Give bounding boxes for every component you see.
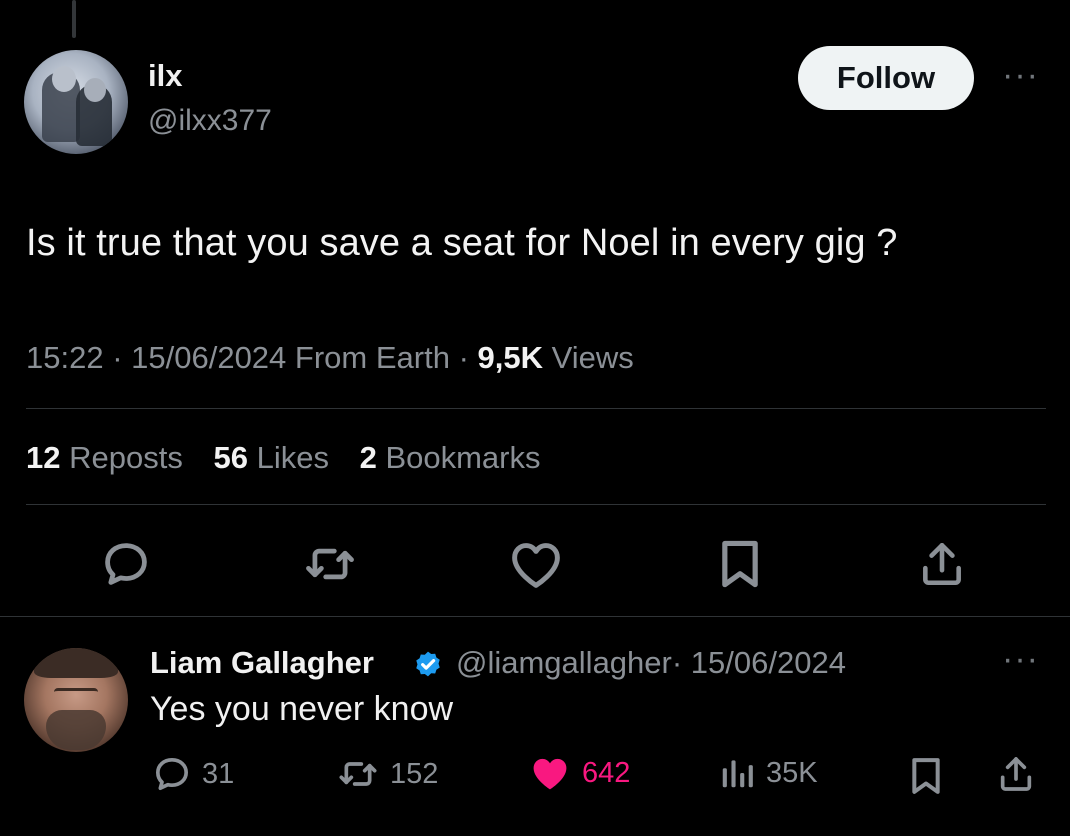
bookmark-icon	[912, 758, 940, 794]
bookmarks-stat[interactable]: 2 Bookmarks	[360, 440, 541, 475]
reply-reply-button[interactable]: 31	[152, 754, 234, 794]
tweet-source: From Earth	[294, 340, 450, 375]
bookmarks-count: 2	[359, 440, 377, 475]
thread-connector-line	[72, 0, 76, 38]
author-handle[interactable]: @ilxx377	[148, 104, 272, 138]
reply-count: 31	[202, 757, 235, 790]
reply-author-handle: @liamgallagher· 15/06/2024	[456, 645, 846, 681]
author-avatar[interactable]	[24, 50, 128, 154]
share-icon[interactable]	[914, 536, 970, 592]
views-count: 35K	[766, 756, 818, 789]
engagement-stats: 12 Reposts 56 Likes 2 Bookmarks	[26, 440, 541, 476]
reply-author-avatar[interactable]	[24, 648, 128, 752]
repost-icon	[339, 762, 377, 786]
likes-count: 56	[213, 440, 248, 475]
repost-icon[interactable]	[302, 536, 358, 592]
meta-separator: ·	[103, 340, 132, 375]
like-count: 642	[582, 756, 631, 789]
reply-handle[interactable]: @liamgallagher	[456, 645, 672, 680]
tweet-metadata: 15:22 · 15/06/2024 From Earth · 9,5K Vie…	[26, 340, 634, 376]
reply-date[interactable]: · 15/06/2024	[672, 645, 846, 680]
bookmarks-label: Bookmarks	[385, 440, 541, 475]
tweet-text: Is it true that you save a seat for Noel…	[26, 222, 898, 264]
divider	[0, 616, 1070, 617]
views-label: Views	[551, 340, 634, 375]
tweet-time[interactable]: 15:22	[26, 340, 104, 375]
reply-share-button[interactable]	[996, 754, 1036, 794]
tweet-date[interactable]: 15/06/2024	[131, 340, 286, 375]
reposts-count: 12	[26, 440, 61, 475]
reply-more-options-icon[interactable]: ···	[1002, 640, 1039, 679]
verified-badge-icon	[412, 648, 444, 680]
reply-text: Yes you never know	[150, 690, 454, 728]
likes-label: Likes	[256, 440, 329, 475]
divider	[26, 504, 1046, 505]
analytics-icon	[722, 760, 753, 788]
meta-separator: ·	[449, 340, 478, 375]
reply-like-button[interactable]: 642	[528, 754, 630, 792]
reply-bookmark-button[interactable]	[908, 756, 944, 796]
reply-repost-button[interactable]: 152	[336, 754, 438, 794]
like-icon[interactable]	[508, 536, 564, 592]
repost-count: 152	[390, 757, 439, 790]
share-icon	[1000, 757, 1032, 791]
more-options-icon[interactable]: ···	[1002, 56, 1039, 95]
author-display-name[interactable]: ilx	[148, 58, 182, 94]
follow-button[interactable]: Follow	[798, 46, 974, 110]
likes-stat[interactable]: 56 Likes	[213, 440, 328, 475]
bookmark-icon[interactable]	[712, 536, 768, 592]
reposts-stat[interactable]: 12 Reposts	[26, 440, 183, 475]
reposts-label: Reposts	[69, 440, 183, 475]
reply-icon	[156, 758, 189, 790]
reply-icon[interactable]	[98, 536, 154, 592]
heart-filled-icon	[533, 758, 567, 790]
reply-views-button[interactable]: 35K	[718, 754, 818, 792]
divider	[26, 408, 1046, 409]
reply-author-display-name[interactable]: Liam Gallagher	[150, 645, 374, 681]
views-count: 9,5K	[477, 340, 543, 375]
